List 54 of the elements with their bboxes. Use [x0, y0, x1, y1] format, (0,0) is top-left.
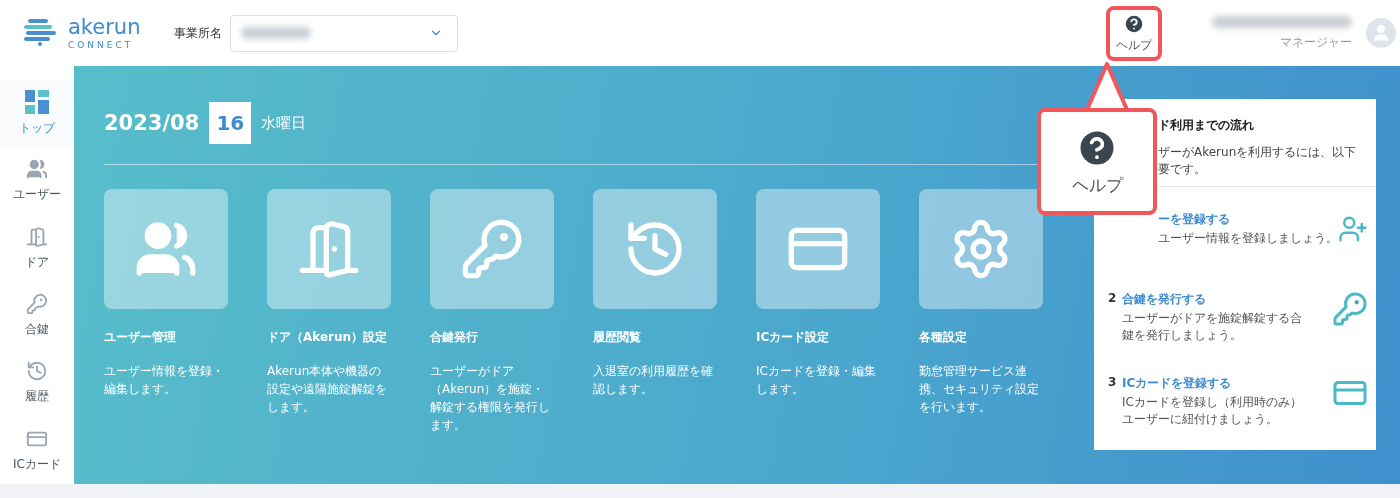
step-number: 2 [1108, 291, 1118, 305]
key-icon [460, 217, 524, 281]
sidebar-item[interactable]: ユーザー [0, 147, 74, 215]
sidebar-item[interactable]: ICカード [0, 416, 74, 484]
sidebar-item[interactable]: 合鍵 [0, 282, 74, 350]
tile-title: ドア（Akerun）設定 [267, 329, 389, 346]
step-description: ユーザーがドアを施錠解錠する合 鍵を発行しましょう。 [1122, 310, 1303, 344]
menu-tile[interactable] [593, 189, 717, 309]
sidebar-item[interactable]: 履歴 [0, 349, 74, 417]
sidebar-item[interactable]: ドア [0, 214, 74, 282]
tile-title: 履歴閲覧 [593, 329, 642, 346]
tile-description: ユーザー情報を登録・ 編集します。 [104, 363, 225, 398]
date-month: 2023/08 [104, 111, 200, 135]
step-number: 3 [1108, 375, 1118, 389]
help-icon [1123, 12, 1145, 35]
tile-title: ICカード設定 [756, 329, 831, 346]
tile-description: 勤怠管理サービス連 携、セキュリティ設定 を行います。 [919, 363, 1040, 416]
users-icon [26, 158, 48, 181]
guide-intro: ザーがAkerunを利用するには、以下 要です。 [1158, 144, 1358, 178]
door-icon [26, 225, 48, 248]
sidebar-item[interactable]: トップ [0, 80, 74, 148]
step-link[interactable]: ーを登録する [1158, 211, 1338, 228]
key-icon [26, 293, 48, 316]
logo-subtitle: CONNECT [68, 40, 135, 50]
tile-description: ICカードを登録・編集 します。 [756, 363, 877, 398]
step-description: ユーザー情報を登録しましょう。 [1158, 230, 1338, 247]
menu-tile[interactable] [267, 189, 391, 309]
tile-description: ユーザーがドア （Akerun）を施錠・ 解錠する権限を発行し ます。 [430, 363, 551, 434]
office-label: 事業所名 [174, 24, 222, 42]
date-day: 16 [209, 102, 252, 144]
history-icon [26, 360, 48, 383]
help-button[interactable]: ヘルプ [1116, 12, 1152, 54]
tile-title: 各種設定 [919, 329, 968, 346]
tile-description: 入退室の利用履歴を確 認します。 [593, 363, 714, 398]
tile-title: 合鍵発行 [430, 329, 479, 346]
menu-tile[interactable] [756, 189, 880, 309]
guide-title: ド利用までの流れ [1158, 117, 1255, 134]
step-description: ICカードを登録し（利用時のみ） ユーザーに紐付けましょう。 [1122, 394, 1303, 428]
grid-icon [25, 90, 49, 115]
step-link[interactable]: 合鍵を発行する [1122, 291, 1332, 308]
tile-title: ユーザー管理 [104, 329, 177, 346]
user-role: マネージャー [1280, 33, 1352, 51]
callout-label: ヘルプ [1071, 174, 1123, 197]
key-icon [1332, 291, 1368, 327]
office-select[interactable] [230, 14, 458, 52]
step-link[interactable]: ICカードを登録する [1122, 375, 1332, 392]
logo-name: akerun [68, 16, 141, 38]
menu-tile[interactable] [104, 189, 228, 309]
tile-description: Akerun本体や機器の 設定や遠隔施錠解錠を します。 [267, 363, 388, 416]
blurred-text [241, 27, 311, 39]
date-weekday: 水曜日 [261, 113, 307, 133]
menu-tile[interactable] [919, 189, 1043, 309]
menu-tile[interactable] [430, 189, 554, 309]
avatar[interactable] [1366, 18, 1396, 48]
